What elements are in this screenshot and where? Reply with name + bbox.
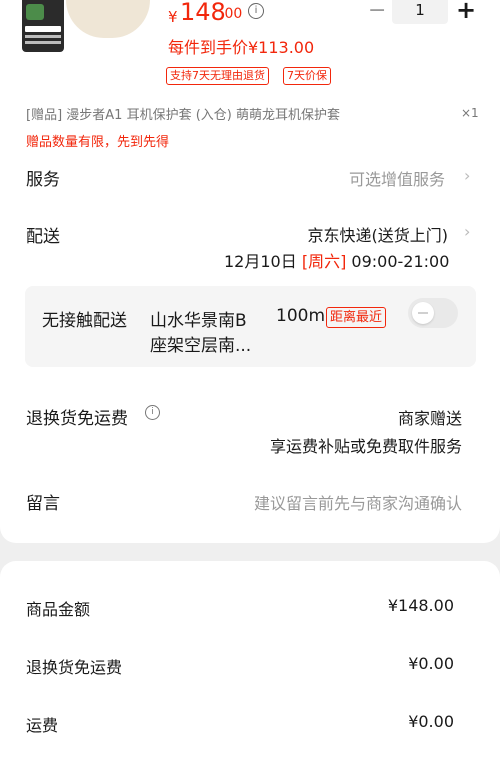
- quantity-plus-button[interactable]: +: [456, 0, 476, 24]
- unit-final-price: 每件到手价¥113.00: [168, 38, 315, 57]
- delivery-time[interactable]: 12月10日 [周六] 09:00-21:00: [224, 248, 449, 272]
- price-decimal: .00: [220, 6, 243, 22]
- contactless-distance: 100m: [276, 306, 326, 326]
- toggle-knob: [412, 302, 434, 324]
- contactless-label: 无接触配送: [42, 311, 127, 331]
- gift-quantity: ×1: [461, 106, 479, 120]
- return-shipping-value: 商家赠送: [397, 409, 462, 428]
- gift-warning: 赠品数量有限，先到先得: [26, 135, 170, 150]
- service-chevron-icon[interactable]: ›: [464, 166, 470, 185]
- summary-label-shipping: 运费: [26, 716, 59, 735]
- delivery-method[interactable]: 京东快递(送货上门): [308, 222, 449, 246]
- delivery-weekday: [周六]: [301, 252, 347, 271]
- summary-value-return: ¥0.00: [408, 654, 454, 673]
- quantity-minus-button[interactable]: −: [368, 0, 386, 23]
- summary-value-shipping: ¥0.00: [408, 712, 454, 731]
- service-label: 服务: [26, 170, 60, 190]
- delivery-label: 配送: [26, 227, 60, 247]
- message-input[interactable]: 建议留言前先与商家沟通确认: [254, 490, 462, 514]
- message-label: 留言: [26, 494, 60, 514]
- delivery-time-range: 09:00-21:00: [351, 252, 450, 271]
- service-value[interactable]: 可选增值服务: [349, 166, 445, 190]
- nearest-badge: 距离最近: [326, 307, 387, 328]
- quantity-input[interactable]: 1: [392, 0, 448, 24]
- delivery-chevron-icon[interactable]: ›: [464, 222, 470, 241]
- summary-label-return: 退换货免运费: [26, 658, 123, 677]
- summary-label-goods: 商品金额: [26, 600, 91, 619]
- price-integer: 148: [180, 0, 226, 26]
- contactless-toggle[interactable]: [408, 298, 458, 328]
- summary-value-goods: ¥148.00: [387, 596, 454, 615]
- delivery-date: 12月10日: [224, 252, 297, 271]
- return-shipping-label: 退换货免运费: [26, 409, 128, 429]
- return-shipping-desc: 享运费补贴或免费取件服务: [269, 437, 462, 456]
- gift-item[interactable]: [赠品] 漫步者A1 耳机保护套 (入仓) 萌萌龙耳机保护套: [26, 104, 340, 123]
- contactless-address-line2: 座架空层南...: [150, 336, 252, 356]
- return-shipping-info-icon[interactable]: i: [145, 405, 160, 420]
- price-info-icon[interactable]: i: [248, 3, 264, 19]
- price-protect-tag: 7天价保: [283, 67, 331, 85]
- product-thumbnail[interactable]: [22, 0, 64, 52]
- return-policy-tag: 支持7天无理由退货: [166, 67, 269, 85]
- contactless-address-line1: 山水华景南B: [150, 311, 247, 331]
- price-symbol: ¥: [168, 8, 178, 26]
